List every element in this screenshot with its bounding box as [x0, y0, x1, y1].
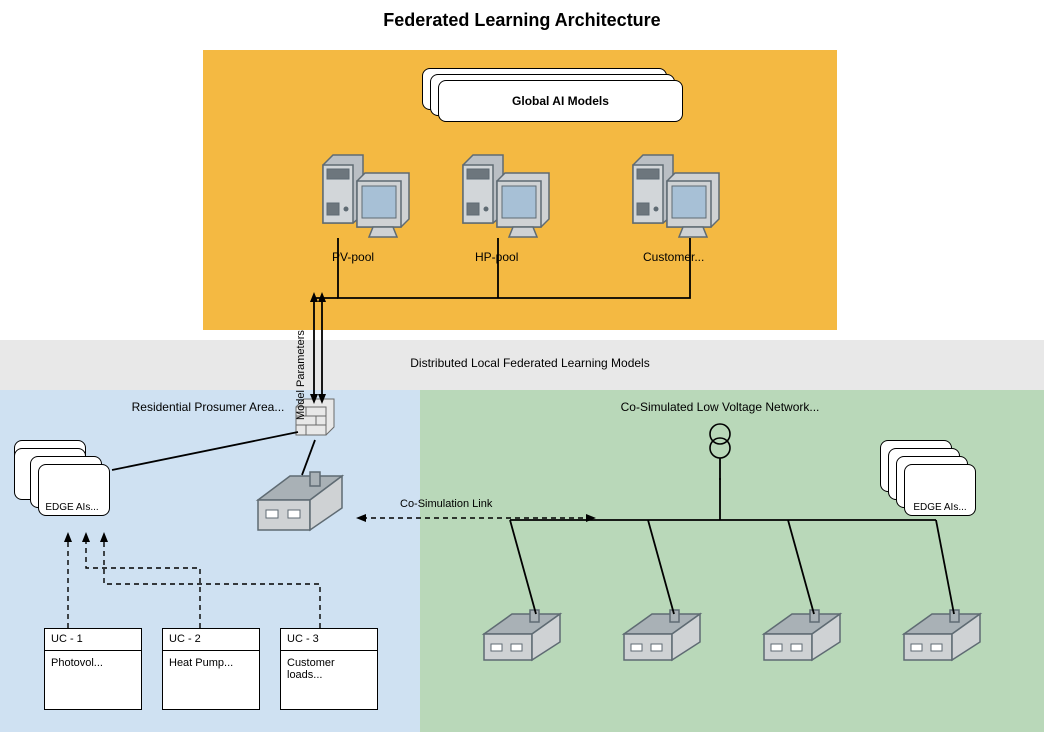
connections-layer — [0, 0, 1044, 744]
